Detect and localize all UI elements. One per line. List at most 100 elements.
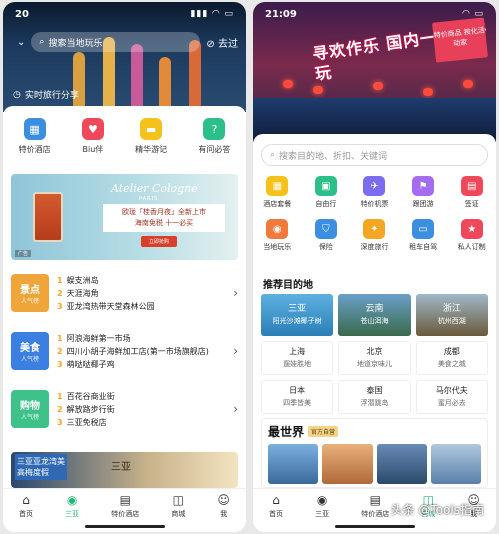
service-car-rental[interactable]: ▭ 租车自驾 (399, 219, 448, 252)
item-text: 阿浪海鲜第一市场 (66, 333, 131, 343)
lantern-shape (283, 80, 293, 88)
perfume-bottle-image (33, 192, 63, 242)
list-item[interactable]: 1 蜈支洲岛 (57, 274, 225, 287)
service-custom[interactable]: ★ 私人订制 (447, 219, 496, 252)
tab-hotels[interactable]: ▤ 特价酒店 (111, 493, 139, 519)
content-card: ▦ 特价酒店 ♥ Biu伴 ▬ 精华游记 ? 有问必答 Atelier Colo… (3, 106, 246, 532)
city-row: 上海遛娃胜地 北京 地道京味儿 成都 美食之城 (261, 341, 488, 375)
dest-sub: 苍山洱海 (360, 317, 389, 325)
service-flights[interactable]: ✈ 特价机票 (350, 176, 399, 209)
featured-zhejiang[interactable]: 浙江 杭州西湖 (415, 294, 488, 336)
dest-sub: 阳光沙滩椰子树 (272, 317, 322, 325)
city-shanghai[interactable]: 上海 遛娃胜地 (261, 341, 334, 375)
list-item[interactable]: 3 亚龙湾热带天堂森林公园 (57, 300, 225, 313)
service-label: 租车自驾 (409, 243, 438, 251)
city-name: 泰国 (366, 386, 383, 395)
city-japan[interactable]: 日本 四季皆美 (261, 380, 334, 414)
category-qa[interactable]: ? 有问必答 (198, 118, 230, 155)
travel-share-label: 实时旅行分享 (24, 91, 79, 101)
service-hotel-package[interactable]: ▦ 酒店套餐 (253, 176, 302, 209)
city-beijing[interactable]: 北京 地道京味儿 (338, 341, 411, 375)
tab-hotels[interactable]: ▤ 特价酒店 (361, 493, 389, 519)
category-label: Biu伴 (82, 145, 104, 154)
best-image[interactable] (322, 444, 373, 484)
search-input[interactable]: ⌕ 搜索当地玩乐 (31, 32, 201, 52)
ranking-tile: 购物 人气榜 (11, 390, 49, 428)
city-maldives[interactable]: 马尔代夫 蜜月必去 (415, 380, 488, 414)
list-item[interactable]: 2 四川小胡子海鲜加工店(第一市场旗舰店) (57, 345, 225, 358)
status-icons: ◠ ▭ (462, 9, 484, 19)
list-item[interactable]: 1 百花谷商业街 (57, 390, 225, 403)
status-bar: 21:09 ◠ ▭ (253, 2, 496, 26)
destination-grid: 三亚 阳光沙滩椰子树 云南苍山洱海 浙江 杭州西湖 上海遛娃胜地 北京 地道京味儿 成… (261, 294, 488, 419)
dest-name: 云南 (365, 304, 384, 314)
tab-me[interactable]: ☺ 我 (217, 493, 230, 519)
list-item[interactable]: 1 阿浪海鲜第一市场 (57, 332, 225, 345)
list-item[interactable]: 3 三亚免税店 (57, 416, 225, 429)
best-world-logo: 最世界 (268, 425, 305, 439)
banner-brand: Atelier Cologne (111, 182, 198, 195)
ad-banner[interactable]: Atelier Cologne PARIS 欧珑「桂香月夜」全新上市 海南免税 … (11, 174, 238, 260)
chevron-down-icon[interactable]: ⌄ (17, 37, 25, 48)
tower-shape (131, 44, 143, 112)
best-world-section[interactable]: 最世界 官方自营 (261, 418, 488, 488)
tab-home[interactable]: ⌂ 首页 (269, 493, 283, 519)
service-free-travel[interactable]: ▣ 自由行 (302, 176, 351, 209)
service-visa[interactable]: ▤ 签证 (447, 176, 496, 209)
best-image[interactable] (376, 444, 427, 484)
ranking-attractions[interactable]: 景点 人气榜 1 蜈支洲岛 2 天涯海角 3 亚龙湾热带天堂森林公园 › (11, 266, 238, 320)
tab-city[interactable]: ◉ 三亚 (65, 493, 79, 519)
service-group-tour[interactable]: ⚑ 跟团游 (399, 176, 448, 209)
plane-icon: ✈ (363, 176, 386, 196)
ranking-shopping[interactable]: 购物 人气榜 1 百花谷商业街 2 解放路步行街 3 三亚免税店 › (11, 382, 238, 436)
hotel-icon: ▦ (266, 176, 289, 196)
city-sub: 遛娃胜地 (283, 360, 312, 368)
travel-share-link[interactable]: ◷ 实时旅行分享 (13, 88, 79, 102)
item-text: 萌哒哒椰子鸡 (66, 359, 115, 369)
tab-label: 三亚 (65, 510, 80, 518)
ranking-food[interactable]: 美食 人气榜 1 阿浪海鲜第一市场 2 四川小胡子海鲜加工店(第一市场旗舰店) 3 萌哒… (11, 324, 238, 378)
city-header: ⌄ ⌕ 搜索当地玩乐 ⊘ 去过 (11, 32, 238, 52)
category-hotel[interactable]: ▦ 特价酒店 (19, 118, 51, 155)
dest-name: 浙江 (442, 304, 461, 314)
list-item[interactable]: 2 解放路步行街 (57, 403, 225, 416)
city-chengdu[interactable]: 成都 美食之城 (415, 341, 488, 375)
service-insurance[interactable]: ⛉ 保险 (302, 219, 351, 252)
category-notes[interactable]: ▬ 精华游记 (135, 118, 167, 155)
city-thailand[interactable]: 泰国 浮潜跳岛 (338, 380, 411, 414)
list-item[interactable]: 2 天涯海角 (57, 287, 225, 300)
chevron-right-icon[interactable]: › (233, 402, 238, 416)
chevron-right-icon[interactable]: › (233, 286, 238, 300)
service-label: 深度旅行 (360, 243, 389, 251)
lantern-shape (373, 82, 383, 90)
featured-sanya[interactable]: 三亚 阳光沙滩椰子树 (261, 294, 334, 336)
city-name: 上海 (289, 347, 306, 356)
ad-tag: 广告 (15, 250, 32, 257)
chevron-right-icon[interactable]: › (233, 344, 238, 358)
checkin-button[interactable]: ⊘ 去过 (206, 35, 238, 50)
category-biu[interactable]: ♥ Biu伴 (81, 118, 104, 155)
tab-mall[interactable]: ◫ 商城 (171, 493, 185, 519)
item-text: 亚龙湾热带天堂森林公园 (66, 301, 155, 311)
hotel-promo-banner[interactable]: 三亚亚龙湾美高梅度假 三亚 (11, 452, 238, 488)
home-icon: ⌂ (22, 493, 30, 507)
best-image[interactable] (268, 444, 319, 484)
service-local-fun[interactable]: ◉ 当地玩乐 (253, 219, 302, 252)
service-deep-travel[interactable]: ✦ 深度旅行 (350, 219, 399, 252)
tab-home[interactable]: ⌂ 首页 (19, 493, 33, 519)
section-title: 推荐目的地 (263, 280, 313, 291)
search-input[interactable]: ⌕ 搜索目的地、折扣、关键词 (261, 144, 488, 166)
lantern-shape (423, 88, 433, 96)
best-image[interactable] (430, 444, 481, 484)
luggage-icon: ▣ (314, 176, 337, 196)
category-row: ▦ 特价酒店 ♥ Biu伴 ▬ 精华游记 ? 有问必答 (3, 106, 246, 155)
ranking-tile: 景点 人气榜 (11, 274, 49, 312)
promo-label: 三亚亚龙湾美高梅度假 (15, 454, 67, 480)
banner-buy-button[interactable]: 立即抢购 (141, 236, 178, 247)
banner-brand-sub: PARIS (139, 196, 159, 202)
tab-city[interactable]: ◉ 三亚 (315, 493, 329, 519)
featured-yunnan[interactable]: 云南 苍山洱海 (338, 294, 411, 336)
city-name: 日本 (289, 386, 306, 395)
list-item[interactable]: 3 萌哒哒椰子鸡 (57, 358, 225, 371)
question-icon: ? (203, 118, 226, 140)
